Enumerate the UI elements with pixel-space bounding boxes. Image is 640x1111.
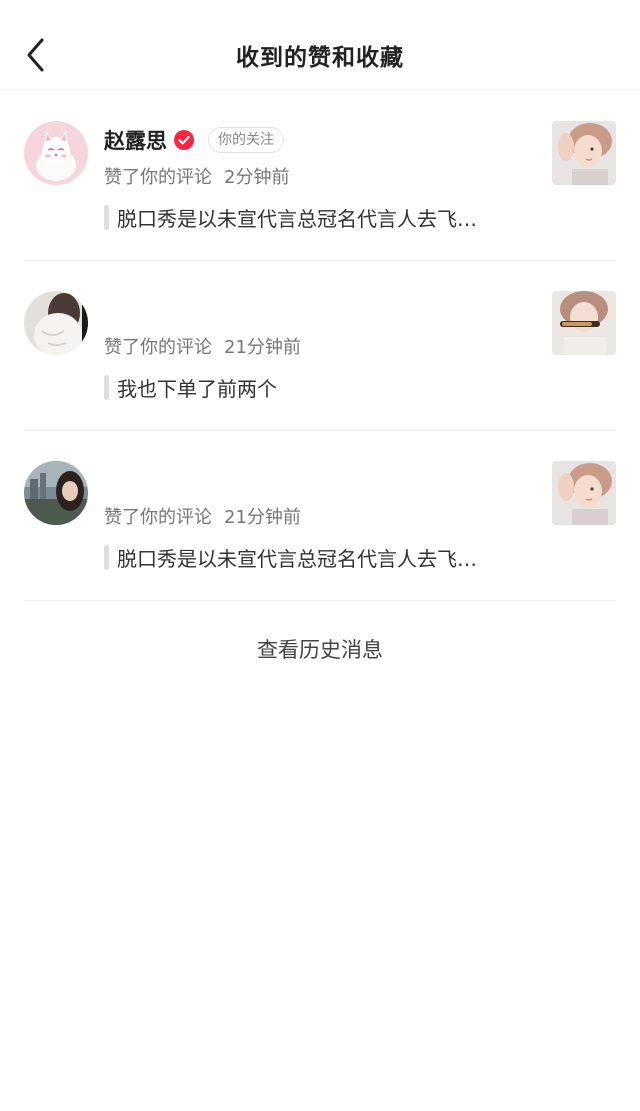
user-info-row: 赵露思 你的关注 <box>104 125 284 155</box>
notification-item[interactable]: 赵露思 你的关注 赞了你的评论 2分钟前 脱口秀是以未宣代言总冠名代言人去飞… <box>24 91 616 261</box>
notification-list: 赵露思 你的关注 赞了你的评论 2分钟前 脱口秀是以未宣代言总冠名代言人去飞… <box>0 91 640 601</box>
comment-quote[interactable]: 脱口秀是以未宣代言总冠名代言人去飞… <box>104 203 477 232</box>
verified-check-icon <box>174 130 194 150</box>
action-text: 赞了你的评论 <box>104 337 212 358</box>
avatar[interactable] <box>24 291 88 355</box>
timestamp: 21分钟前 <box>224 337 301 358</box>
post-thumbnail[interactable] <box>552 121 616 185</box>
avatar[interactable] <box>24 121 88 185</box>
post-thumbnail[interactable] <box>552 291 616 355</box>
timestamp: 21分钟前 <box>224 507 301 528</box>
comment-quote[interactable]: 脱口秀是以未宣代言总冠名代言人去飞… <box>104 543 477 572</box>
notification-item[interactable]: 赞了你的评论 21分钟前 脱口秀是以未宣代言总冠名代言人去飞… <box>24 431 616 601</box>
action-text: 赞了你的评论 <box>104 507 212 528</box>
user-name[interactable]: 赵露思 <box>104 125 167 155</box>
post-thumbnail[interactable] <box>552 461 616 525</box>
view-history-button[interactable]: 查看历史消息 <box>0 634 640 664</box>
action-text: 赞了你的评论 <box>104 167 212 188</box>
action-row: 赞了你的评论 21分钟前 <box>104 333 301 359</box>
timestamp: 2分钟前 <box>224 167 290 188</box>
page-title: 收到的赞和收藏 <box>236 45 404 71</box>
top-bar: 收到的赞和收藏 <box>0 0 640 90</box>
avatar[interactable] <box>24 461 88 525</box>
notification-item[interactable]: 赞了你的评论 21分钟前 我也下单了前两个 <box>24 261 616 431</box>
action-row: 赞了你的评论 2分钟前 <box>104 163 289 189</box>
comment-quote[interactable]: 我也下单了前两个 <box>104 373 277 402</box>
following-tag: 你的关注 <box>208 127 284 153</box>
action-row: 赞了你的评论 21分钟前 <box>104 503 301 529</box>
